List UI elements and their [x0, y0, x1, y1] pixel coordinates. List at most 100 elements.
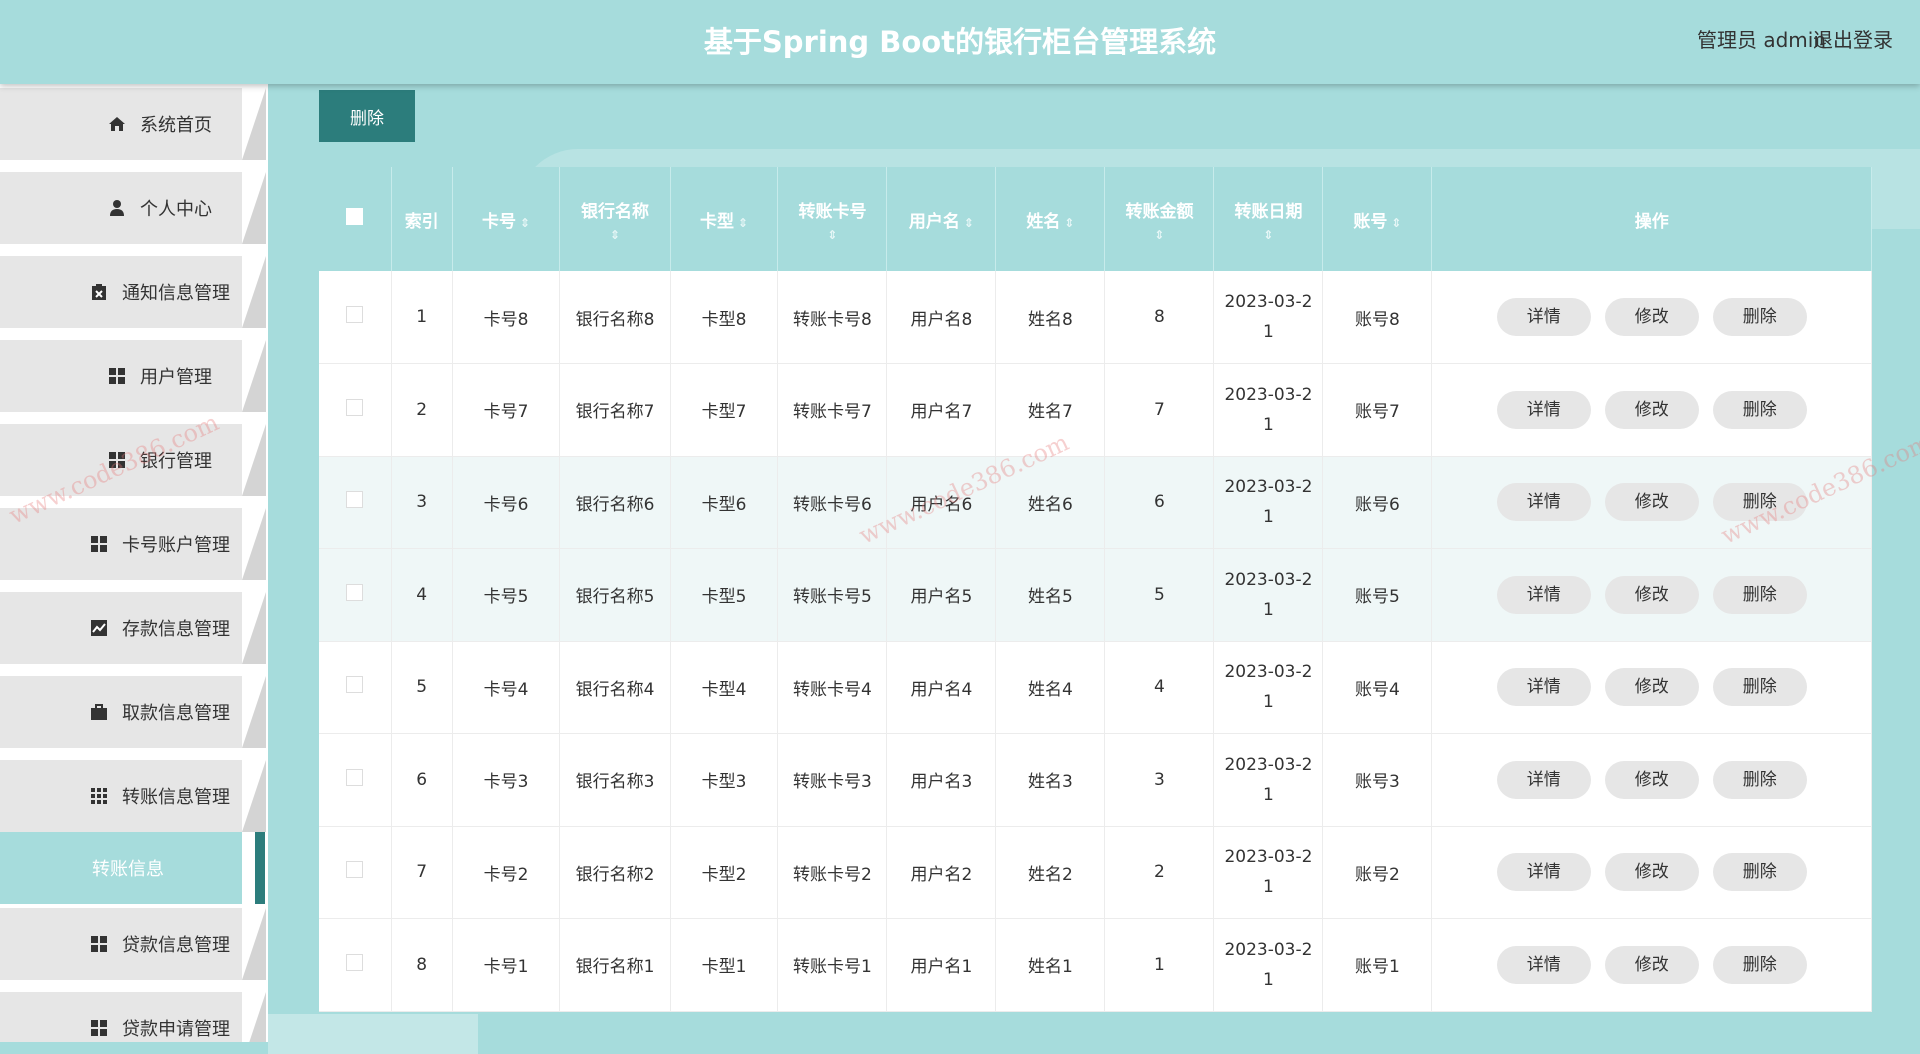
logout-link[interactable]: 退出登录 [1813, 0, 1893, 80]
row-checkbox[interactable] [346, 676, 364, 694]
sidebar-item[interactable]: 银行管理 [0, 424, 266, 496]
sidebar-item[interactable]: 卡号账户管理 [0, 508, 266, 580]
sort-icon[interactable]: ⇕ [964, 216, 974, 230]
row-checkbox[interactable] [346, 583, 364, 601]
edit-button[interactable]: 修改 [1604, 575, 1699, 614]
username-cell: 用户名2 [886, 826, 997, 919]
admin-user-label: 管理员 admin [1696, 28, 1826, 52]
sidebar-item-label: 系统首页 [140, 115, 212, 136]
date-line: 1 [1263, 414, 1274, 435]
sort-icon[interactable]: ⇕ [1391, 216, 1401, 230]
actions-cell: 详情 修改 删除 [1431, 641, 1872, 734]
account-cell: 账号5 [1322, 548, 1433, 641]
name-cell: 姓名1 [995, 918, 1106, 1011]
sort-icon[interactable]: ⇕ [560, 228, 669, 242]
sidebar-item-label: 取款信息管理 [122, 703, 230, 724]
edit-button[interactable]: 修改 [1604, 853, 1699, 892]
card-cell: 卡号7 [452, 363, 561, 456]
amount-cell: 5 [1104, 548, 1215, 641]
sidebar-item[interactable]: 系统首页 [0, 88, 266, 160]
date-line: 1 [1263, 877, 1274, 898]
edit-button[interactable]: 修改 [1604, 945, 1699, 984]
sidebar-item[interactable]: 通知信息管理 [0, 256, 266, 328]
column-header-amount[interactable]: 转账金额 ⇕ [1104, 167, 1215, 271]
sidebar-item-label: 贷款信息管理 [122, 935, 230, 956]
detail-button[interactable]: 详情 [1496, 298, 1591, 336]
sort-icon[interactable]: ⇕ [738, 216, 748, 230]
sidebar-item[interactable]: 贷款信息管理 [0, 908, 266, 980]
sidebar-item[interactable]: 贷款申请管理 [0, 992, 266, 1042]
edit-button[interactable]: 修改 [1604, 760, 1699, 799]
row-checkbox[interactable] [346, 491, 364, 509]
delete-button[interactable]: 删除 [1712, 945, 1807, 984]
sidebar-item-label: 通知信息管理 [122, 283, 230, 304]
date-line: 2023-03-2 [1224, 939, 1313, 960]
delete-button[interactable]: 删除 [1712, 298, 1807, 336]
row-checkbox[interactable] [346, 768, 364, 786]
bank-name-cell: 银行名称3 [559, 733, 671, 826]
edit-button[interactable]: 修改 [1604, 483, 1699, 522]
edit-button[interactable]: 修改 [1604, 668, 1699, 707]
sidebar-item[interactable]: 取款信息管理 [0, 676, 268, 748]
amount-cell: 1 [1104, 918, 1215, 1011]
detail-button[interactable]: 详情 [1496, 853, 1591, 892]
transfer-card-cell: 转账卡号7 [777, 363, 888, 456]
delete-button[interactable]: 删除 [1712, 575, 1807, 614]
date-line: 2023-03-2 [1224, 847, 1313, 868]
row-checkbox[interactable] [346, 953, 364, 971]
card-type-cell: 卡型2 [670, 826, 779, 919]
detail-button[interactable]: 详情 [1496, 483, 1591, 522]
transfer-table: 索引 卡号 ⇕ 银行名称 ⇕ 卡型 ⇕ 转账卡号 ⇕ 用户名 ⇕ 姓名 ⇕ 转账金额 ⇕ 转账… [319, 167, 1872, 1012]
table-row: 5 卡号4 银行名称4 卡型4 转账卡号4 用户名4 姓名4 4 2023-03-2 1 账号4 详情… [319, 641, 1872, 734]
account-cell: 账号8 [1322, 271, 1433, 364]
account-cell: 账号6 [1322, 456, 1433, 549]
row-select-cell [319, 456, 392, 549]
column-label: 转账卡号 [798, 201, 867, 222]
sidebar-item[interactable]: 个人中心 [0, 172, 266, 244]
detail-button[interactable]: 详情 [1496, 575, 1591, 614]
detail-button[interactable]: 详情 [1496, 760, 1591, 799]
detail-button[interactable]: 详情 [1496, 390, 1591, 429]
menu-item-content: 取款信息管理 [0, 676, 268, 748]
sidebar-item[interactable]: 存款信息管理 [0, 592, 266, 664]
delete-button[interactable]: 删除 [1712, 760, 1807, 799]
sort-icon[interactable]: ⇕ [778, 228, 886, 242]
name-cell: 姓名4 [995, 641, 1106, 734]
edit-button[interactable]: 修改 [1604, 298, 1699, 336]
sidebar-item[interactable]: 用户管理 [0, 340, 266, 412]
edit-button[interactable]: 修改 [1604, 390, 1699, 429]
column-header-name[interactable]: 姓名 ⇕ [995, 167, 1106, 271]
column-header-bank-name[interactable]: 银行名称 ⇕ [559, 167, 671, 271]
username-cell: 用户名1 [886, 918, 997, 1011]
name-cell: 姓名5 [995, 548, 1106, 641]
account-cell: 账号3 [1322, 733, 1433, 826]
detail-button[interactable]: 详情 [1496, 945, 1591, 984]
sort-icon[interactable]: ⇕ [1064, 216, 1074, 230]
column-header-card[interactable]: 卡号 ⇕ [452, 167, 561, 271]
column-label: 转账日期 [1234, 201, 1303, 222]
row-checkbox[interactable] [346, 398, 364, 416]
delete-button[interactable]: 删除 [1712, 668, 1807, 707]
sidebar-item-label: 转账信息 [92, 859, 164, 880]
delete-button[interactable]: 删除 [1712, 390, 1807, 429]
column-header-card-type[interactable]: 卡型 ⇕ [670, 167, 779, 271]
name-cell: 姓名6 [995, 456, 1106, 549]
row-select-cell [319, 363, 392, 456]
row-checkbox[interactable] [346, 861, 364, 879]
detail-button[interactable]: 详情 [1496, 668, 1591, 707]
sort-icon[interactable]: ⇕ [1214, 228, 1322, 242]
column-header-username[interactable]: 用户名 ⇕ [886, 167, 997, 271]
sort-icon[interactable]: ⇕ [1105, 228, 1213, 242]
delete-button[interactable]: 删除 [1712, 853, 1807, 892]
sort-icon[interactable]: ⇕ [520, 216, 530, 230]
delete-button[interactable]: 删除 [1712, 483, 1807, 522]
column-label: 银行名称 [581, 201, 650, 222]
column-header-transfer-card[interactable]: 转账卡号 ⇕ [777, 167, 888, 271]
batch-delete-button[interactable]: 删除 [319, 90, 415, 142]
column-header-account[interactable]: 账号 ⇕ [1322, 167, 1433, 271]
select-all-checkbox[interactable] [346, 208, 364, 225]
column-header-date[interactable]: 转账日期 ⇕ [1213, 167, 1324, 271]
sidebar-item[interactable]: 转账信息 [0, 832, 265, 904]
row-checkbox[interactable] [346, 306, 364, 323]
sidebar-item[interactable]: 转账信息管理 [0, 760, 266, 832]
